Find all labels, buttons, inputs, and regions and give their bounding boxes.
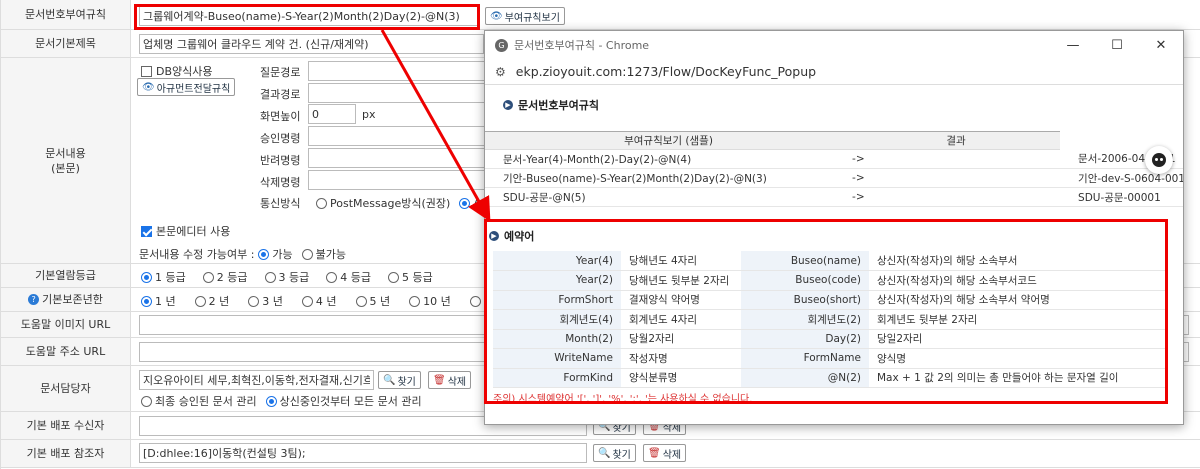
highlight-arrow: [380, 29, 491, 222]
arrow-line: [380, 29, 491, 222]
